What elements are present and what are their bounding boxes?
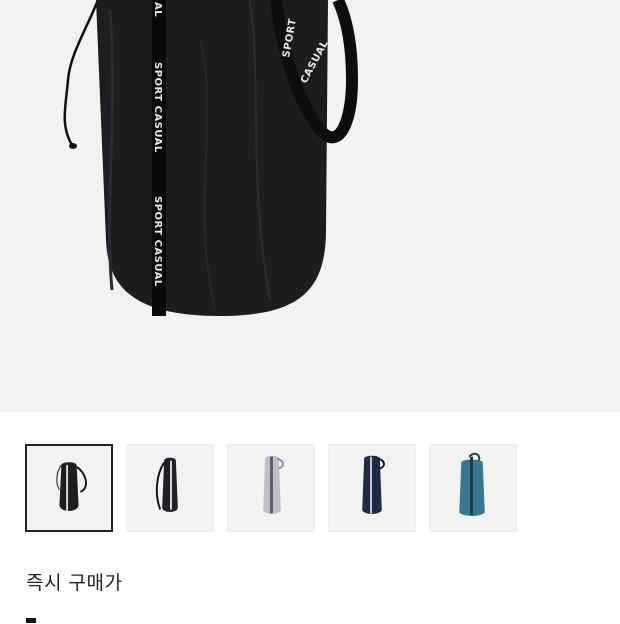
- price-placeholder-dash: [26, 618, 36, 623]
- thumbnail-black-front[interactable]: [25, 444, 113, 532]
- bag-illustration: AL SPORT CASUAL SPORT CASUAL SPORT CASUA…: [63, 0, 359, 316]
- strap-text-1: AL: [152, 2, 163, 17]
- bag-thumbnail-icon: [459, 452, 485, 516]
- bag-thumbnail-icon: [362, 455, 385, 514]
- product-main-image[interactable]: AL SPORT CASUAL SPORT CASUAL SPORT CASUA…: [0, 0, 620, 412]
- bag-thumbnail-icon: [155, 457, 178, 512]
- color-thumbnail-list: [0, 444, 620, 534]
- strap-text-3: SPORT CASUAL: [152, 196, 163, 287]
- bag-thumbnail-icon: [263, 455, 284, 514]
- thumbnail-navy[interactable]: [328, 444, 416, 532]
- instant-buy-price-label: 즉시 구매가: [26, 572, 123, 594]
- instant-buy-price-value: [26, 604, 36, 624]
- drawstring-cord: [63, 0, 100, 146]
- cord-toggle: [69, 143, 77, 149]
- bag-thumbnail-icon: [56, 462, 87, 511]
- strap-text-2: SPORT CASUAL: [152, 62, 163, 153]
- thumbnail-teal[interactable]: [429, 444, 517, 532]
- thumbnail-black-side[interactable]: [126, 444, 214, 532]
- thumbnail-grey[interactable]: [227, 444, 315, 532]
